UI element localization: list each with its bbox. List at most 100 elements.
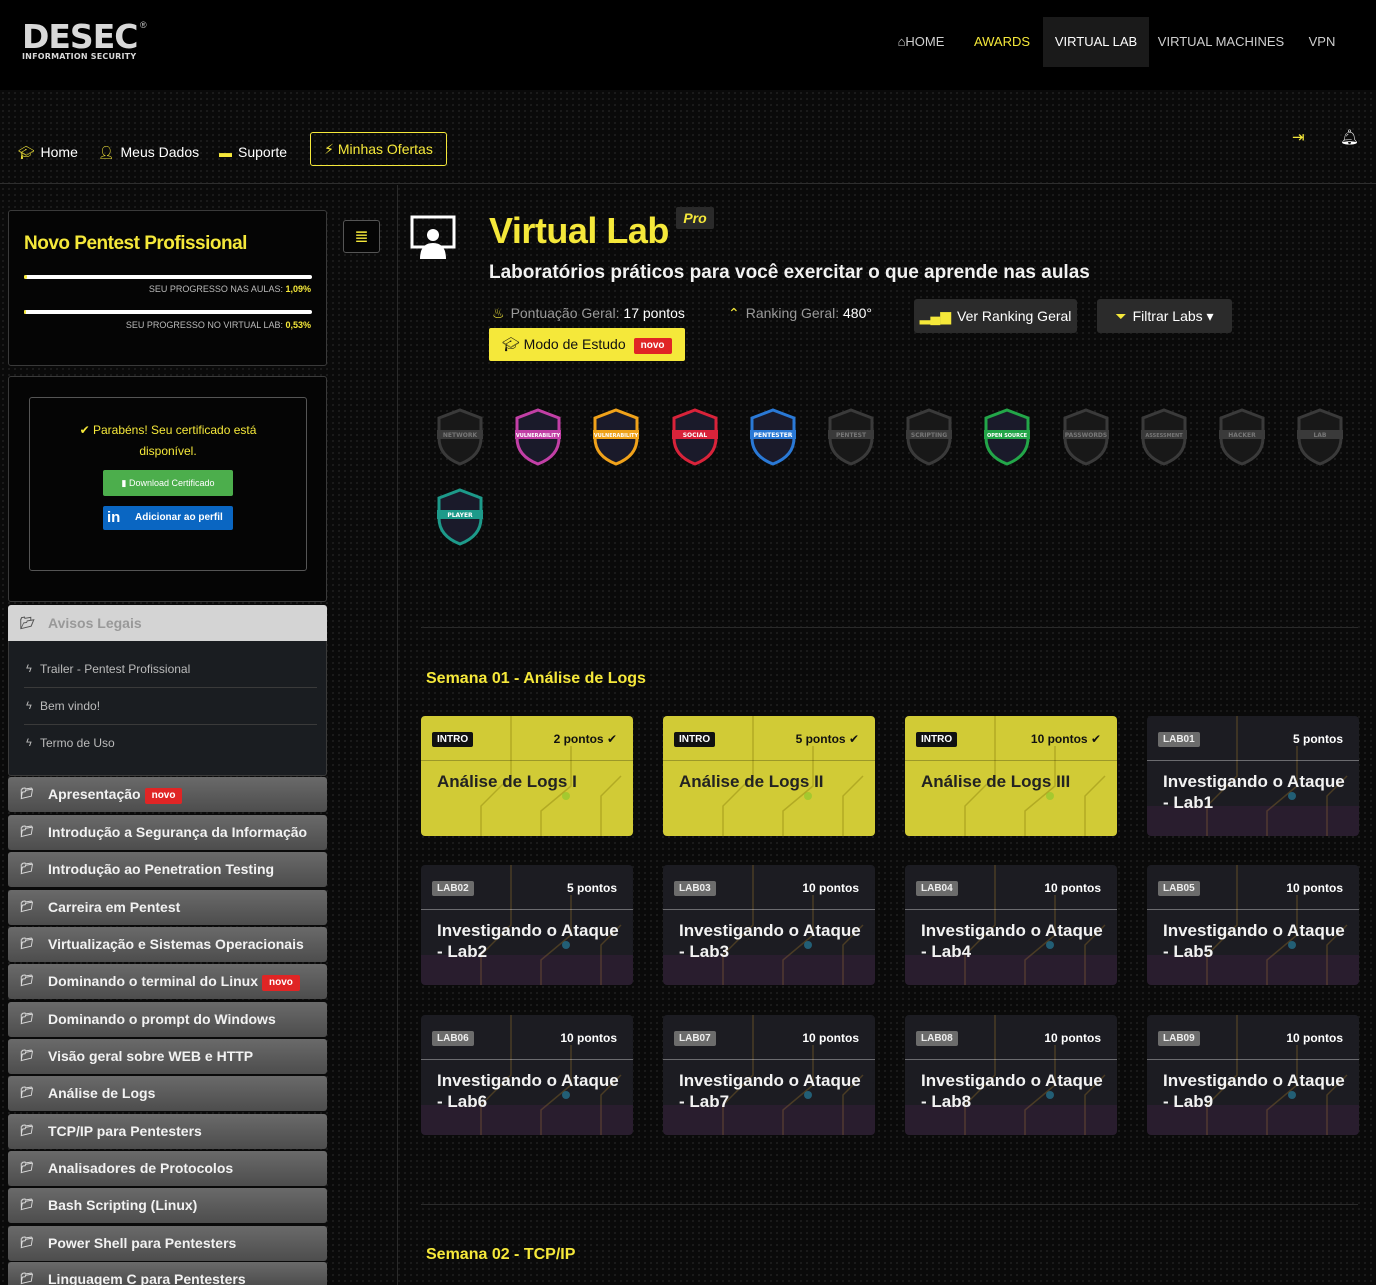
lab-title: Análise de Logs II <box>679 772 824 791</box>
lab-card[interactable]: LAB03 10 pontos Investigando o Ataque - La… <box>663 865 875 985</box>
award-label: PASSWORDS <box>1064 432 1107 439</box>
award-label: SOCIAL <box>682 432 707 439</box>
folder-icon: 📁︎ <box>20 863 34 875</box>
lab-tag: LAB03 <box>674 881 716 896</box>
module-item[interactable]: 📁︎ Bash Scripting (Linux) <box>8 1188 327 1223</box>
logo-text: DESEC <box>22 17 138 56</box>
topnav-home-label: HOME <box>905 34 945 49</box>
topnav-awards[interactable]: AWARDS <box>966 17 1038 67</box>
award-badge[interactable]: VULNERABILITY <box>591 408 641 466</box>
award-label: NETWORK <box>443 432 478 439</box>
lab-card[interactable]: INTRO 5 pontos ✔ Análise de Logs II <box>663 716 875 836</box>
sidebar-toggle-button[interactable]: ≣ <box>343 220 380 253</box>
module-legal-notices[interactable]: 📂︎ Avisos Legais <box>8 605 327 641</box>
module-item[interactable]: 📁︎ Virtualização e Sistemas Operacionais <box>8 927 327 962</box>
lab-card[interactable]: LAB07 10 pontos Investigando o Ataque - La… <box>663 1015 875 1135</box>
module-item[interactable]: 📁︎ Visão geral sobre WEB e HTTP <box>8 1039 327 1074</box>
award-badge[interactable]: PENTEST <box>826 408 876 466</box>
award-badge[interactable]: VULNERABILITY <box>513 408 563 466</box>
folder-icon: 📁︎ <box>20 1273 34 1285</box>
lab-points: 5 pontos <box>1293 732 1343 746</box>
folder-icon: 📁︎ <box>20 1050 34 1062</box>
lab-card[interactable]: INTRO 10 pontos ✔ Análise de Logs III <box>905 716 1117 836</box>
award-badge[interactable]: SCRIPTING <box>904 408 954 466</box>
lab-card[interactable]: LAB04 10 pontos Investigando o Ataque - La… <box>905 865 1117 985</box>
module-label: Carreira em Pentest <box>48 899 181 915</box>
bell-icon[interactable]: 🔔︎ <box>1340 128 1359 146</box>
linkedin-icon: in <box>107 509 121 526</box>
award-badge[interactable]: PENTESTER <box>748 408 798 466</box>
award-label: VULNERABILITY <box>594 433 639 439</box>
subnav-support[interactable]: ▬ Suporte <box>219 142 287 162</box>
lab-card[interactable]: LAB08 10 pontos Investigando o Ataque - La… <box>905 1015 1117 1135</box>
secondary-navbar: 🎓︎ Home 👤︎ Meus Dados ▬ Suporte ⚡︎ Minhas O… <box>0 112 1376 184</box>
module-item[interactable]: 📁︎ Introdução a Segurança da Informação <box>8 815 327 850</box>
module-item[interactable]: 📁︎ Dominando o terminal do Linux novo <box>8 964 327 999</box>
award-badge[interactable]: LAB <box>1295 408 1345 466</box>
study-mode-button[interactable]: 🎓︎ Modo de Estudo novo <box>489 328 685 361</box>
filter-labs-button[interactable]: ⏷ Filtrar Labs ▾ <box>1097 299 1232 333</box>
logout-icon[interactable]: ⇥ <box>1292 128 1305 146</box>
lab-card[interactable]: LAB09 10 pontos Investigando o Ataque - La… <box>1147 1015 1359 1135</box>
lab-card[interactable]: LAB01 5 pontos Investigando o Ataque - Lab… <box>1147 716 1359 836</box>
award-badge[interactable]: ASSESSMENT <box>1139 408 1189 466</box>
module-label: Introdução ao Penetration Testing <box>48 861 275 877</box>
lab-tag: LAB01 <box>1158 732 1200 747</box>
lab-card[interactable]: INTRO 2 pontos ✔ Análise de Logs I <box>421 716 633 836</box>
general-ranking: ⌃ Ranking Geral: 480° <box>728 305 872 322</box>
lesson-item[interactable]: ϟ Trailer - Pentest Profissional <box>24 651 317 688</box>
module-label: Linguagem C para Pentesters <box>48 1271 246 1285</box>
folder-icon: 📁︎ <box>20 938 34 950</box>
section-divider <box>421 627 1358 628</box>
add-to-linkedin-button[interactable]: in Adicionar ao perfil <box>103 506 233 530</box>
lab-card[interactable]: LAB06 10 pontos Investigando o Ataque - La… <box>421 1015 633 1135</box>
module-item[interactable]: 📁︎ TCP/IP para Pentesters <box>8 1114 327 1149</box>
filter-labs-label: Filtrar Labs <box>1132 308 1203 324</box>
desec-logo[interactable]: DESEC INFORMATION SECURITY ® <box>22 17 152 66</box>
download-certificate-button[interactable]: ▮ Download Certificado <box>103 470 233 496</box>
subnav-my-data[interactable]: 👤︎ Meus Dados <box>98 142 199 162</box>
module-item[interactable]: 📁︎ Análise de Logs <box>8 1076 327 1111</box>
award-badge[interactable]: OPEN SOURCE <box>982 408 1032 466</box>
module-label: Power Shell para Pentesters <box>48 1235 237 1251</box>
module-item[interactable]: 📁︎ Power Shell para Pentesters <box>8 1226 327 1261</box>
folder-icon: 📁︎ <box>20 788 34 800</box>
legal-notices-label: Avisos Legais <box>48 615 142 631</box>
topnav-virtual-machines[interactable]: VIRTUAL MACHINES <box>1153 17 1289 67</box>
fire-icon: ♨ <box>492 305 505 321</box>
folder-icon: 📁︎ <box>20 1125 34 1137</box>
award-badge[interactable]: SOCIAL <box>670 408 720 466</box>
lesson-item[interactable]: ϟ Bem vindo! <box>24 688 317 725</box>
signal-bars-icon: ▂▄▆ <box>919 308 952 324</box>
award-badge[interactable]: PASSWORDS <box>1061 408 1111 466</box>
lab-title: Investigando o Ataque - Lab1 <box>1163 772 1345 812</box>
lesson-label: Trailer - Pentest Profissional <box>40 662 191 676</box>
module-item[interactable]: 📁︎ Dominando o prompt do Windows <box>8 1002 327 1037</box>
certificate-card: ✔ Parabéns! Seu certificado está disponí… <box>8 376 327 602</box>
topnav-vpn[interactable]: VPN <box>1296 17 1348 67</box>
lab-card[interactable]: LAB02 5 pontos Investigando o Ataque - Lab… <box>421 865 633 985</box>
my-offers-button[interactable]: ⚡︎ Minhas Ofertas <box>310 132 447 166</box>
module-item[interactable]: 📁︎ Analisadores de Protocolos <box>8 1151 327 1186</box>
lab-points: 5 pontos <box>567 881 617 895</box>
module-label: Dominando o prompt do Windows <box>48 1011 276 1027</box>
view-ranking-button[interactable]: ▂▄▆ Ver Ranking Geral <box>914 299 1077 333</box>
virtual-lab-icon <box>410 215 456 259</box>
topnav-virtual-lab[interactable]: VIRTUAL LAB <box>1043 17 1149 67</box>
download-certificate-label: Download Certificado <box>128 478 215 488</box>
module-item[interactable]: 📁︎ Linguagem C para Pentesters <box>8 1262 327 1285</box>
module-label: Apresentação <box>48 786 141 802</box>
module-item[interactable]: 📁︎ Introdução ao Penetration Testing <box>8 852 327 887</box>
bolt-icon: ϟ <box>26 700 32 712</box>
award-badge[interactable]: NETWORK <box>435 408 485 466</box>
award-badge[interactable]: HACKER <box>1217 408 1267 466</box>
lesson-item[interactable]: ϟ Termo de Uso <box>24 725 317 762</box>
module-item[interactable]: 📁︎ Apresentação novo <box>8 777 327 812</box>
subnav-home[interactable]: 🎓︎ Home <box>18 142 78 162</box>
lab-card[interactable]: LAB05 10 pontos Investigando o Ataque - La… <box>1147 865 1359 985</box>
bolt-icon: ϟ <box>26 737 32 749</box>
award-badge[interactable]: PLAYER <box>435 488 485 546</box>
lab-title: Investigando o Ataque - Lab2 <box>437 921 619 961</box>
module-item[interactable]: 📁︎ Carreira em Pentest <box>8 890 327 925</box>
topnav-home[interactable]: ⌂HOME <box>888 17 954 67</box>
